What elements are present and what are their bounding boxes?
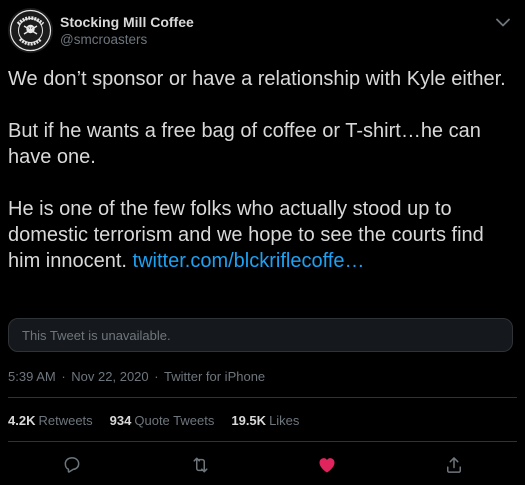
divider — [8, 441, 517, 442]
chevron-down-icon — [496, 18, 510, 26]
tweet-paragraph: He is one of the few folks who actually … — [8, 196, 520, 274]
tweet-date[interactable]: Nov 22, 2020 — [71, 369, 148, 384]
more-options-button[interactable] — [493, 14, 513, 30]
meta-separator: · — [154, 369, 159, 384]
retweets-count: 4.2K — [8, 413, 36, 428]
heart-icon — [319, 458, 335, 473]
reply-icon — [64, 457, 80, 473]
tweet-paragraph: But if he wants a free bag of coffee or … — [8, 120, 481, 168]
tweet-text: We don’t sponsor or have a relationship … — [8, 66, 520, 274]
tweet-meta: 5:39 AM · Nov 22, 2020 · Twitter for iPh… — [8, 369, 265, 385]
divider — [8, 397, 517, 398]
tweet-link[interactable]: twitter.com/blckriflecoffe… — [133, 250, 365, 272]
retweet-button[interactable] — [189, 454, 211, 476]
tweet-stats: 4.2K Retweets 934 Quote Tweets 19.5K Likes — [8, 413, 316, 429]
author-info: Stocking Mill Coffee @smcroasters — [60, 8, 194, 53]
quote-tweets-count: 934 — [109, 413, 132, 428]
avatar[interactable] — [8, 8, 53, 53]
tweet-source[interactable]: Twitter for iPhone — [164, 369, 265, 384]
tweet-header: Stocking Mill Coffee @smcroasters — [8, 8, 194, 53]
likes-stat[interactable]: 19.5K Likes — [231, 413, 299, 429]
likes-label: Likes — [269, 413, 300, 428]
author-handle[interactable]: @smcroasters — [60, 31, 194, 49]
tweet-paragraph: We don’t sponsor or have a relationship … — [8, 68, 506, 90]
reply-button[interactable] — [61, 454, 83, 476]
retweets-stat[interactable]: 4.2K Retweets — [8, 413, 93, 429]
tweet-detail: Stocking Mill Coffee @smcroasters We don… — [0, 0, 525, 485]
quoted-tweet-unavailable: This Tweet is unavailable. — [8, 318, 513, 352]
share-button[interactable] — [443, 454, 465, 476]
quote-tweets-stat[interactable]: 934 Quote Tweets — [110, 413, 215, 429]
share-icon — [447, 457, 461, 473]
coffee-logo-icon — [8, 8, 53, 53]
likes-count: 19.5K — [231, 413, 267, 428]
retweets-label: Retweets — [38, 413, 93, 428]
unavailable-message: This Tweet is unavailable. — [22, 327, 171, 343]
meta-separator: · — [61, 369, 66, 384]
author-display-name[interactable]: Stocking Mill Coffee — [60, 13, 194, 31]
tweet-time[interactable]: 5:39 AM — [8, 369, 56, 384]
retweet-icon — [193, 457, 207, 473]
quote-tweets-label: Quote Tweets — [134, 413, 215, 428]
like-button[interactable] — [316, 454, 338, 476]
